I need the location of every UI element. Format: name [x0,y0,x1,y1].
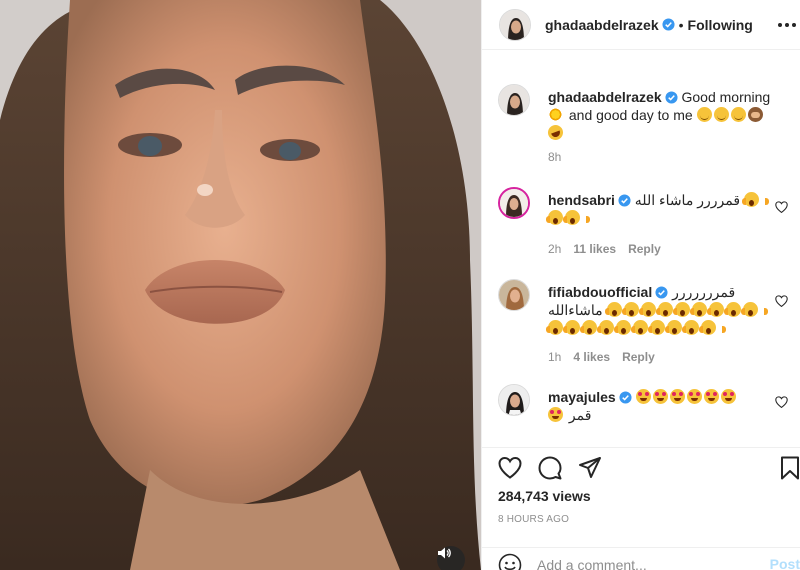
video-frame [0,0,481,570]
caption-text-line1: Good morning [681,89,771,105]
author-username[interactable]: ghadaabdelrazek [545,17,659,33]
comment-reply-button[interactable]: Reply [622,350,655,364]
comment-likes[interactable]: 11 likes [573,242,616,256]
screaming-face-emoji-icon [699,320,726,335]
commenter-avatar[interactable] [498,279,530,311]
more-options-icon[interactable] [778,16,798,34]
smile-emoji-icon [713,107,729,122]
heart-eyes-emoji-icon [669,389,685,404]
comment-body: mayajules قمر [548,388,780,424]
verified-badge-icon [655,286,668,299]
caption-body: ghadaabdelrazek Good morning and good da… [545,88,780,143]
screaming-face-emoji-icon [723,302,751,317]
verified-badge-icon [662,18,675,31]
comment-likes[interactable]: 4 likes [573,350,610,364]
screaming-face-emoji-icon [563,320,590,335]
screaming-face-emoji-icon [741,192,769,207]
heart-eyes-emoji-icon [720,389,736,404]
see-no-evil-monkey-emoji-icon [747,107,763,122]
screaming-face-emoji-icon [604,302,632,317]
commenter-username[interactable]: hendsabri [548,192,615,208]
screaming-face-emoji-icon [546,210,573,225]
verified-badge-icon [619,391,632,404]
screaming-face-emoji-icon [563,210,590,225]
caption-time: 8h [548,150,562,164]
comment-text: قمر [568,407,592,423]
smile-emoji-icon [696,107,712,122]
heart-icon[interactable] [498,456,522,480]
comment-hendsabri: hendsabri قمرررر ماشاء الله 2h 11 likes … [498,187,798,267]
heart-icon[interactable] [775,201,788,213]
comment-mayajules: mayajules قمر [498,384,798,444]
comment-text: قمرررر ماشاء الله [634,192,741,208]
screaming-face-emoji-icon [740,302,768,317]
verified-badge-icon [618,194,631,207]
comment-text-line1: قمررررررر [672,284,736,300]
commenter-username[interactable]: fifiabdouofficial [548,284,652,300]
commenter-avatar[interactable] [498,187,530,219]
comment-time: 2h [548,242,562,256]
rolling-laughing-emoji-icon [545,122,566,143]
screaming-face-emoji-icon [682,320,709,335]
heart-eyes-emoji-icon [548,407,563,422]
post-actions: 284,743 views 8 HOURS AGO Post [482,447,800,570]
emoji-icon[interactable] [498,553,522,570]
commenter-username[interactable]: mayajules [548,389,616,405]
comment-text-line2: ماشاءالله [548,302,603,318]
speaker-icon [438,547,451,559]
caption-avatar[interactable] [498,84,530,116]
screaming-face-emoji-icon [706,302,734,317]
comment-time: 1h [548,350,562,364]
bookmark-icon[interactable] [778,456,800,480]
post-header: ghadaabdelrazek • Following [482,0,800,50]
comment-meta: 2h 11 likes Reply [548,242,661,256]
heart-eyes-emoji-icon [652,389,668,404]
view-count[interactable]: 284,743 views [498,488,591,504]
caption-text-line2: and good day to me [568,107,693,123]
screaming-face-emoji-icon [655,302,683,317]
author-avatar[interactable] [499,8,531,41]
comment-input[interactable] [537,555,757,570]
comment-meta: 1h 4 likes Reply [548,350,655,364]
post-comment-button[interactable]: Post [770,556,800,570]
screaming-face-emoji-icon [597,320,624,335]
screaming-face-emoji-icon [689,302,717,317]
following-button[interactable]: Following [688,17,753,33]
screaming-face-emoji-icon [614,320,641,335]
comment-fifiabdouofficial: fifiabdouofficial قمررررررر ماشاءالله 1h… [498,279,798,375]
add-comment-bar: Post [482,547,800,570]
post-timestamp[interactable]: 8 HOURS AGO [498,514,569,525]
sun-emoji-icon [548,107,563,122]
caption: ghadaabdelrazek Good morning and good da… [498,84,798,174]
screaming-face-emoji-icon [621,302,649,317]
screaming-face-emoji-icon [546,320,573,335]
comment-body: hendsabri قمرررر ماشاء الله [546,191,780,227]
post-video[interactable] [0,0,481,570]
post-side-panel: ghadaabdelrazek • Following ghadaabdelra… [482,0,800,570]
heart-eyes-emoji-icon [686,389,702,404]
header-separator: • [678,16,684,33]
heart-icon[interactable] [775,295,788,307]
screaming-face-emoji-icon [638,302,666,317]
caption-username[interactable]: ghadaabdelrazek [548,89,662,105]
heart-icon[interactable] [775,396,788,408]
comment-reply-button[interactable]: Reply [628,242,661,256]
caption-meta: 8h [548,150,561,164]
mute-button[interactable] [437,546,465,570]
smile-emoji-icon [730,107,746,122]
screaming-face-emoji-icon [631,320,658,335]
share-icon[interactable] [578,456,602,480]
heart-eyes-emoji-icon [703,389,719,404]
comment-body: fifiabdouofficial قمررررررر ماشاءالله [546,283,780,337]
verified-badge-icon [665,91,678,104]
comment-icon[interactable] [538,456,562,480]
screaming-face-emoji-icon [648,320,675,335]
screaming-face-emoji-icon [580,320,607,335]
screaming-face-emoji-icon [665,320,692,335]
heart-eyes-emoji-icon [635,389,651,404]
screaming-face-emoji-icon [672,302,700,317]
commenter-avatar[interactable] [498,384,530,416]
comments-list: ghadaabdelrazek Good morning and good da… [482,51,800,446]
